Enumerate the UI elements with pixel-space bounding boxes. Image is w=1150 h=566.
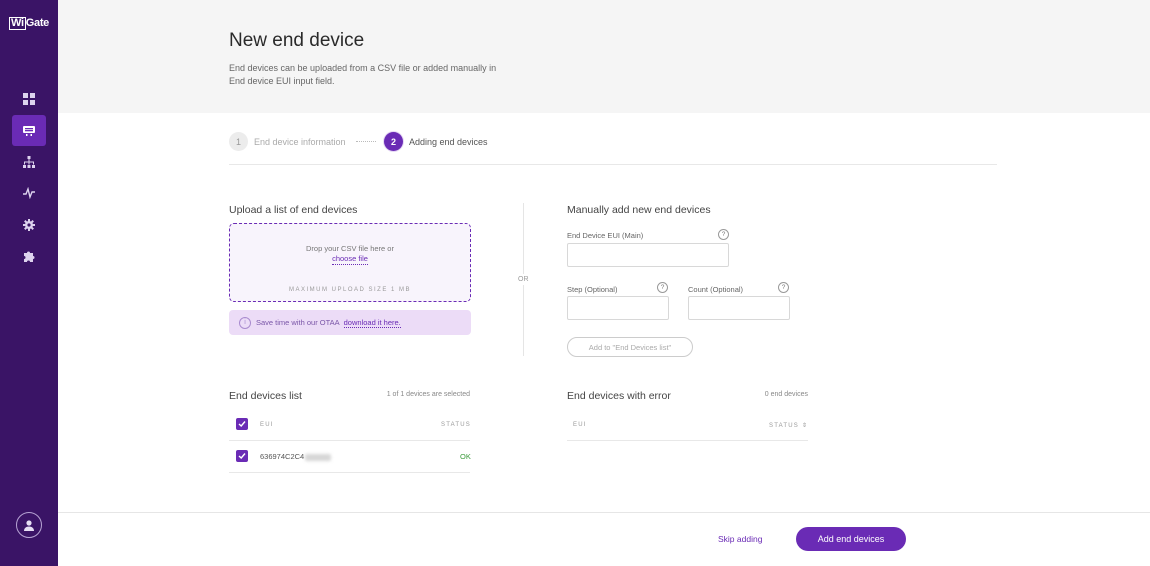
- footer-divider: [58, 512, 1150, 513]
- nav-dashboard[interactable]: [12, 83, 46, 114]
- table-row-eui: 636974C2C4: [260, 452, 332, 461]
- nav-settings[interactable]: [12, 209, 46, 240]
- stepper-divider: [229, 164, 997, 165]
- choose-file-link-wrap: choose file: [230, 254, 470, 265]
- column-header-status: STATUS: [441, 422, 471, 428]
- user-avatar[interactable]: [16, 512, 42, 538]
- step-field-label: Step (Optional): [567, 285, 618, 294]
- errors-list-title: End devices with error: [567, 390, 671, 402]
- count-help-icon[interactable]: ?: [778, 282, 789, 293]
- gear-icon: [23, 218, 35, 231]
- page-header: [58, 0, 1150, 113]
- error-devices-count: 0 end devices: [764, 391, 808, 398]
- step-input[interactable]: [567, 296, 669, 320]
- devices-selected-count: 1 of 1 devices are selected: [386, 391, 470, 398]
- step-label: End device information: [254, 136, 346, 147]
- count-input[interactable]: [688, 296, 790, 320]
- redacted-text: [305, 453, 332, 461]
- column-header-eui: EUI: [260, 422, 274, 428]
- eui-field-label: End Device EUI (Main): [567, 231, 644, 240]
- page-title: New end device: [229, 30, 365, 51]
- user-icon: [24, 520, 34, 531]
- step-label: Adding end devices: [409, 136, 488, 147]
- step-help-icon[interactable]: ?: [657, 282, 668, 293]
- otaa-info-box: i Save time with our OTAA download it he…: [229, 310, 471, 335]
- activity-icon: [23, 186, 35, 199]
- dashboard-icon: [23, 92, 35, 105]
- row-divider: [567, 440, 808, 441]
- or-separator: OR: [517, 274, 530, 285]
- manual-section-title: Manually add new end devices: [567, 204, 711, 216]
- step-adding-end-devices[interactable]: 2 Adding end devices: [384, 132, 488, 151]
- row-divider: [229, 472, 470, 473]
- info-icon: i: [239, 316, 251, 329]
- eui-input[interactable]: [567, 243, 729, 267]
- eui-help-icon[interactable]: ?: [718, 229, 729, 240]
- app-logo[interactable]: Wi Gate: [9, 17, 49, 30]
- upload-section-title: Upload a list of end devices: [229, 204, 358, 216]
- otaa-download-link[interactable]: download it here.: [343, 318, 401, 328]
- table-row-status: OK: [460, 452, 471, 461]
- nav-activity[interactable]: [12, 177, 46, 208]
- add-to-list-button[interactable]: Add to "End Devices list": [567, 337, 693, 357]
- step-connector: [356, 141, 376, 142]
- column-header-eui: EUI: [573, 422, 587, 428]
- sort-icon: ⇕: [801, 423, 809, 429]
- nav-network[interactable]: [12, 146, 46, 177]
- choose-file-link[interactable]: choose file: [332, 254, 368, 265]
- column-header-status-sortable[interactable]: STATUS ⇕: [769, 422, 808, 429]
- row-divider: [229, 440, 470, 441]
- max-upload-size: MAXIMUM UPLOAD SIZE 1 MB: [288, 287, 411, 293]
- skip-adding-button[interactable]: Skip adding: [718, 534, 762, 544]
- puzzle-icon: [24, 251, 35, 262]
- check-icon: [238, 453, 246, 460]
- step-number: 2: [384, 132, 403, 151]
- csv-dropzone[interactable]: Drop your CSV file here or choose file M…: [229, 223, 471, 302]
- device-icon: [23, 125, 35, 136]
- row-checkbox[interactable]: [236, 450, 248, 462]
- select-all-checkbox[interactable]: [236, 418, 248, 430]
- sidebar: Wi Gate: [0, 0, 58, 566]
- nav-end-devices[interactable]: [12, 115, 46, 146]
- info-text: Save time with our OTAA: [256, 318, 340, 327]
- network-tree-icon: [23, 155, 35, 168]
- add-end-devices-button[interactable]: Add end devices: [796, 527, 906, 551]
- check-icon: [238, 421, 246, 428]
- drop-text: Drop your CSV file here or: [306, 244, 394, 253]
- page-description: End devices can be uploaded from a CSV f…: [229, 63, 497, 86]
- step-end-device-information[interactable]: 1 End device information: [229, 132, 346, 151]
- step-number: 1: [229, 132, 248, 151]
- devices-list-title: End devices list: [229, 390, 302, 402]
- count-field-label: Count (Optional): [688, 285, 744, 294]
- nav-integrations[interactable]: [12, 240, 46, 271]
